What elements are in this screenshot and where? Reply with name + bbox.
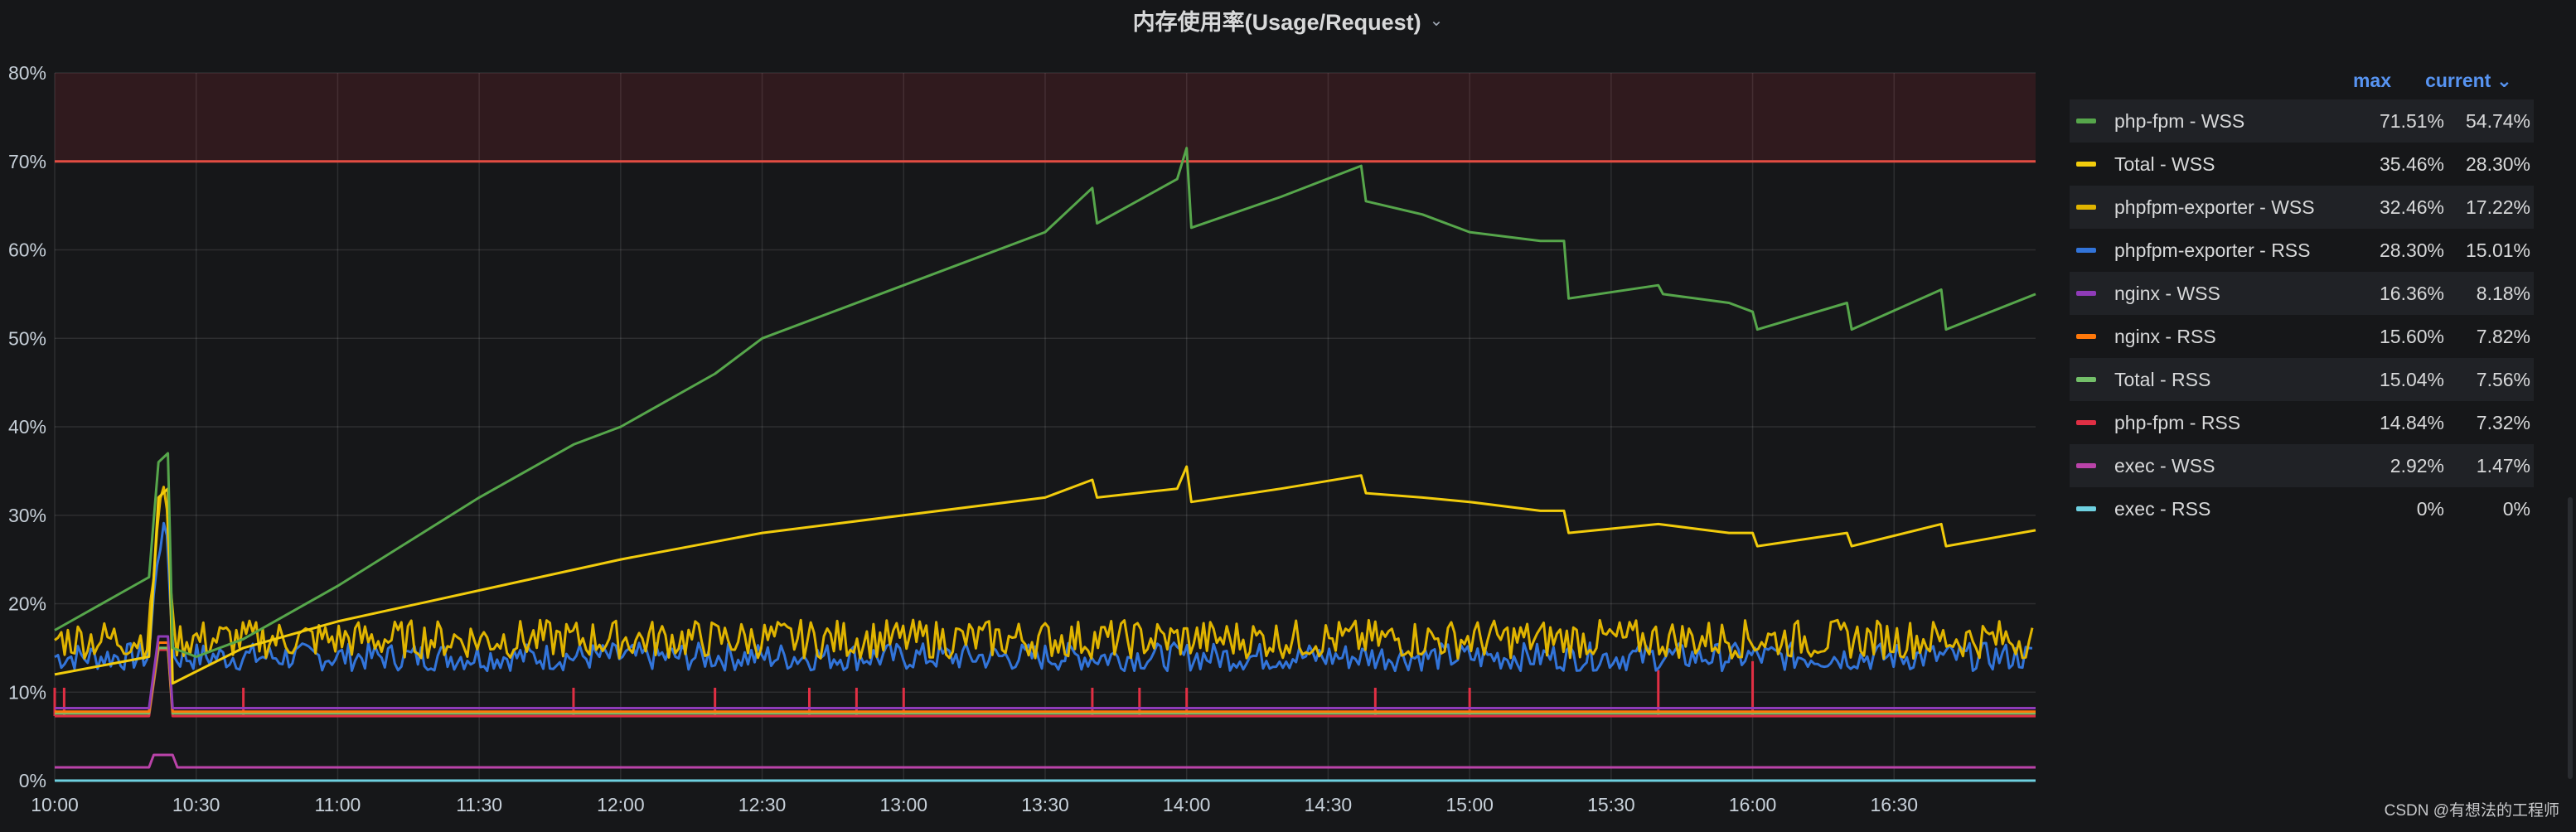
legend-item-name: nginx - RSS bbox=[2114, 325, 2216, 347]
legend-swatch bbox=[2076, 506, 2096, 511]
legend-item-name: phpfpm-exporter - RSS bbox=[2114, 239, 2311, 261]
legend-header-current[interactable]: current ⌄ bbox=[2425, 70, 2512, 92]
x-tick-label: 11:00 bbox=[314, 794, 361, 815]
legend-item-name: exec - RSS bbox=[2114, 497, 2211, 520]
y-tick-label: 10% bbox=[8, 681, 46, 703]
legend-item[interactable]: php-fpm - WSS 71.51% 54.74% bbox=[2070, 99, 2534, 143]
x-tick-label: 12:30 bbox=[738, 794, 787, 815]
legend-header-max[interactable]: max bbox=[2353, 70, 2391, 92]
legend-item[interactable]: nginx - RSS 15.60% 7.82% bbox=[2070, 315, 2534, 358]
threshold-region bbox=[55, 73, 2036, 162]
legend-header-current-label: current bbox=[2425, 70, 2491, 91]
legend-item-max: 14.84% bbox=[2379, 411, 2444, 433]
legend-swatch bbox=[2076, 463, 2096, 468]
y-tick-label: 50% bbox=[8, 327, 46, 349]
legend-item-name: php-fpm - WSS bbox=[2114, 109, 2245, 132]
x-tick-label: 13:00 bbox=[880, 794, 928, 815]
legend: max current ⌄ php-fpm - WSS 71.51% 54.74% T… bbox=[2070, 63, 2534, 530]
grid-lines bbox=[54, 72, 2036, 781]
legend-item-current: 15.01% bbox=[2465, 239, 2530, 261]
legend-item-current: 28.30% bbox=[2465, 152, 2530, 175]
legend-swatch bbox=[2076, 334, 2096, 339]
legend-item[interactable]: php-fpm - RSS 14.84% 7.32% bbox=[2070, 401, 2534, 444]
x-tick-label: 10:30 bbox=[172, 794, 220, 815]
legend-item-current: 54.74% bbox=[2465, 109, 2530, 132]
x-tick-label: 15:30 bbox=[1587, 794, 1635, 815]
legend-swatch bbox=[2076, 119, 2096, 123]
legend-item-max: 15.60% bbox=[2379, 325, 2444, 347]
legend-swatch bbox=[2076, 248, 2096, 253]
legend-item-name: Total - RSS bbox=[2114, 368, 2211, 390]
chart-panel: 内存使用率(Usage/Request) ⌄ 0% 10% 20% 30% 40% 50%… bbox=[0, 0, 2576, 832]
x-axis-ticks: 10:00 10:30 11:00 11:30 12:00 12:30 13:00 13:30… bbox=[31, 794, 1918, 815]
legend-item-name: nginx - WSS bbox=[2114, 282, 2220, 304]
watermark: CSDN @有想法的工程师 bbox=[2384, 802, 2559, 820]
legend-item-current: 7.32% bbox=[2476, 411, 2530, 433]
legend-item[interactable]: Total - RSS 15.04% 7.56% bbox=[2070, 358, 2534, 401]
legend-swatch bbox=[2076, 162, 2096, 167]
legend-item-max: 15.04% bbox=[2379, 368, 2444, 390]
x-tick-label: 15:00 bbox=[1445, 794, 1494, 815]
legend-item[interactable]: exec - WSS 2.92% 1.47% bbox=[2070, 444, 2534, 487]
y-tick-label: 60% bbox=[8, 239, 46, 261]
legend-item[interactable]: nginx - WSS 16.36% 8.18% bbox=[2070, 272, 2534, 315]
legend-header: max current ⌄ bbox=[2070, 63, 2534, 99]
legend-item-name: exec - WSS bbox=[2114, 454, 2215, 476]
legend-item-max: 2.92% bbox=[2390, 454, 2444, 476]
y-tick-label: 70% bbox=[8, 151, 46, 172]
y-tick-label: 30% bbox=[8, 505, 46, 526]
x-tick-label: 10:00 bbox=[31, 794, 79, 815]
legend-item-max: 35.46% bbox=[2379, 152, 2444, 175]
legend-swatch bbox=[2076, 377, 2096, 382]
x-tick-label: 11:30 bbox=[456, 794, 502, 815]
legend-item[interactable]: phpfpm-exporter - WSS 32.46% 17.22% bbox=[2070, 186, 2534, 229]
y-tick-label: 40% bbox=[8, 416, 46, 438]
legend-item-current: 17.22% bbox=[2465, 196, 2530, 218]
legend-swatch bbox=[2076, 205, 2096, 210]
legend-item-max: 32.46% bbox=[2379, 196, 2444, 218]
chevron-down-icon: ⌄ bbox=[2496, 70, 2512, 91]
legend-item-max: 16.36% bbox=[2379, 282, 2444, 304]
legend-item[interactable]: exec - RSS 0% 0% bbox=[2070, 487, 2534, 530]
legend-item-current: 7.82% bbox=[2476, 325, 2530, 347]
legend-item-max: 28.30% bbox=[2379, 239, 2444, 261]
legend-rows: php-fpm - WSS 71.51% 54.74% Total - WSS 35.4… bbox=[2070, 99, 2534, 530]
legend-item-current: 7.56% bbox=[2476, 368, 2530, 390]
legend-item-name: phpfpm-exporter - WSS bbox=[2114, 196, 2315, 218]
y-tick-label: 20% bbox=[8, 593, 46, 615]
legend-item-name: php-fpm - RSS bbox=[2114, 411, 2241, 433]
legend-item-name: Total - WSS bbox=[2114, 152, 2215, 175]
legend-item-current: 8.18% bbox=[2476, 282, 2530, 304]
x-tick-label: 16:30 bbox=[1871, 794, 1919, 815]
x-tick-label: 14:30 bbox=[1305, 794, 1353, 815]
series-line bbox=[54, 486, 2034, 660]
legend-item-max: 0% bbox=[2416, 497, 2444, 520]
y-tick-label: 80% bbox=[8, 62, 46, 84]
legend-item-max: 71.51% bbox=[2379, 109, 2444, 132]
x-tick-label: 16:00 bbox=[1729, 794, 1777, 815]
y-tick-label: 0% bbox=[19, 770, 46, 791]
threshold bbox=[55, 73, 2036, 163]
x-tick-label: 12:00 bbox=[597, 794, 645, 815]
legend-item-current: 0% bbox=[2502, 497, 2530, 520]
legend-item[interactable]: Total - WSS 35.46% 28.30% bbox=[2070, 143, 2534, 186]
legend-item-current: 1.47% bbox=[2476, 454, 2530, 476]
x-tick-label: 13:30 bbox=[1021, 794, 1069, 815]
legend-item[interactable]: phpfpm-exporter - RSS 28.30% 15.01% bbox=[2070, 229, 2534, 272]
y-axis-ticks: 0% 10% 20% 30% 40% 50% 60% 70% 80% bbox=[8, 62, 46, 791]
legend-swatch bbox=[2076, 420, 2096, 425]
chart-plot[interactable]: 0% 10% 20% 30% 40% 50% 60% 70% 80% 10:00 10:30 11:… bbox=[0, 0, 2055, 832]
legend-scrollbar[interactable] bbox=[2568, 497, 2573, 779]
legend-swatch bbox=[2076, 291, 2096, 296]
x-tick-label: 14:00 bbox=[1163, 794, 1211, 815]
